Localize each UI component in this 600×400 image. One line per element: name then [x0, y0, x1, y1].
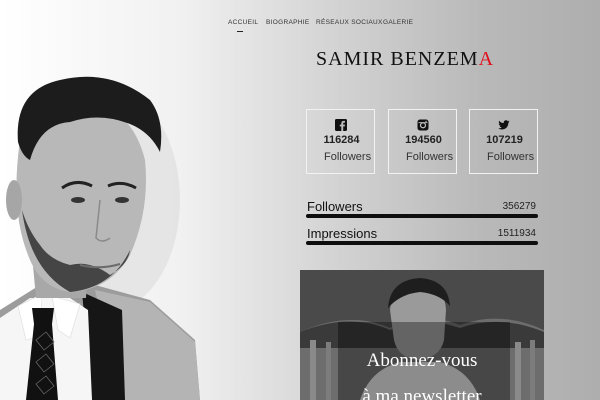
title-main: SAMIR BENZEM	[316, 48, 479, 70]
social-box-twitter[interactable]: 107219 Followers	[469, 109, 538, 174]
page-title: SAMIR BENZEMA	[316, 48, 494, 71]
twitter-followers-label: Followers	[487, 151, 535, 163]
twitter-follower-count: 107219	[486, 134, 523, 146]
twitter-icon	[497, 120, 509, 130]
newsletter-signup-card[interactable]: Abonnez-vous à ma newsletter	[300, 270, 544, 400]
portrait-photo	[0, 60, 200, 400]
instagram-icon	[417, 119, 428, 131]
stat-impressions: Impressions 1511934	[306, 226, 538, 248]
facebook-followers-label: Followers	[324, 151, 372, 163]
nav-item-reseaux-sociaux[interactable]: RÉSEAUX SOCIAUX	[316, 19, 383, 26]
title-accent-letter: A	[478, 48, 495, 70]
instagram-follower-count: 194560	[405, 134, 442, 146]
facebook-follower-count: 116284	[323, 134, 360, 146]
newsletter-background-photo	[300, 270, 544, 400]
nav-item-galerie[interactable]: GALERIE	[383, 19, 413, 26]
newsletter-title-line2: à ma newsletter	[362, 386, 482, 400]
stat-impressions-value: 1511934	[497, 228, 536, 239]
top-navigation: ACCUEIL BIOGRAPHIE RÉSEAUX SOCIAUX GALER…	[0, 19, 600, 39]
nav-item-biographie[interactable]: BIOGRAPHIE	[266, 19, 309, 26]
stat-followers-value: 356279	[502, 201, 536, 212]
social-box-facebook[interactable]: 116284 Followers	[306, 109, 375, 174]
stat-followers-label: Followers	[307, 199, 363, 214]
stat-followers-bar	[306, 214, 538, 218]
social-box-instagram[interactable]: 194560 Followers	[388, 109, 457, 174]
stat-impressions-label: Impressions	[307, 226, 378, 241]
stat-followers: Followers 356279	[306, 199, 538, 221]
instagram-followers-label: Followers	[406, 151, 454, 163]
facebook-icon	[334, 119, 347, 131]
nav-item-accueil[interactable]: ACCUEIL	[228, 19, 258, 33]
newsletter-title-line1: Abonnez-vous	[366, 350, 478, 371]
stat-impressions-bar	[306, 241, 538, 245]
